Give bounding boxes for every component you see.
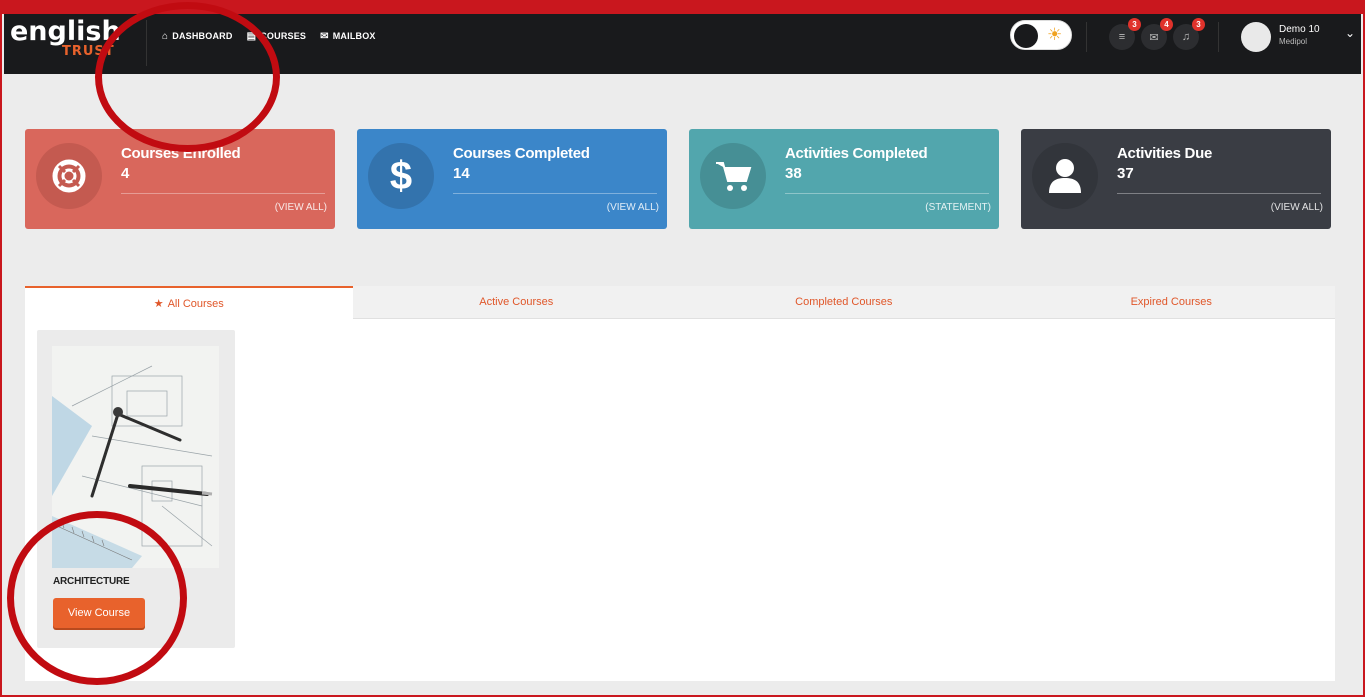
nav-dashboard[interactable]: ⌂ DASHBOARD [162, 31, 233, 42]
card-count: 14 [453, 165, 470, 182]
card-divider [785, 193, 989, 194]
course-tabs: ★ All Courses Active Courses Completed C… [25, 286, 1335, 319]
card-count: 4 [121, 165, 130, 182]
card-divider [1117, 193, 1321, 194]
envelope-icon: ✉ [1149, 31, 1159, 44]
tasks-button[interactable]: ≡ 3 [1109, 18, 1141, 50]
card-link[interactable]: (VIEW ALL) [1271, 202, 1323, 213]
courses-panel: ★ All Courses Active Courses Completed C… [25, 286, 1335, 681]
card-courses-enrolled: Courses Enrolled 4 (VIEW ALL) [25, 129, 335, 229]
chevron-down-icon[interactable]: ⌄ [1345, 26, 1355, 40]
card-activities-completed: Activities Completed 38 (STATEMENT) [689, 129, 999, 229]
nav-dashboard-label: DASHBOARD [172, 31, 233, 41]
brand-logo[interactable]: english TRUST [10, 16, 146, 68]
dollar-icon: $ [368, 143, 434, 209]
view-course-button[interactable]: View Course [53, 598, 145, 628]
user-org: Medipol [1279, 37, 1308, 46]
theme-toggle[interactable]: ☀ [1010, 20, 1072, 50]
bell-icon: ♫ [1181, 31, 1191, 43]
course-thumbnail[interactable] [52, 346, 219, 568]
home-icon: ⌂ [162, 30, 169, 42]
card-title: Activities Completed [785, 145, 928, 162]
header-divider [1086, 22, 1087, 52]
card-divider [121, 193, 325, 194]
nav-courses-label: COURSES [260, 31, 307, 41]
card-activities-due: Activities Due 37 (VIEW ALL) [1021, 129, 1331, 229]
tab-label: All Courses [167, 297, 224, 310]
tab-active-courses[interactable]: Active Courses [352, 286, 680, 319]
nav-mailbox[interactable]: ✉ MAILBOX [320, 31, 376, 42]
card-link[interactable]: (VIEW ALL) [607, 202, 659, 213]
star-icon: ★ [153, 298, 164, 310]
cart-icon [700, 143, 766, 209]
lifebuoy-icon [36, 143, 102, 209]
messages-button[interactable]: ✉ 4 [1141, 18, 1173, 50]
toggle-knob [1014, 24, 1038, 48]
tab-expired-courses[interactable]: Expired Courses [1007, 286, 1335, 319]
tab-label: Expired Courses [1130, 296, 1212, 308]
tab-all-courses[interactable]: ★ All Courses [25, 286, 353, 319]
card-title: Courses Completed [453, 145, 590, 162]
user-icon [1032, 143, 1098, 209]
card-courses-completed: $ Courses Completed 14 (VIEW ALL) [357, 129, 667, 229]
nav-mailbox-label: MAILBOX [332, 31, 376, 41]
top-navbar: english TRUST ⌂ DASHBOARD ▤ COURSES ✉ MA… [4, 14, 1361, 74]
course-name: ARCHITECTURE [53, 576, 130, 587]
card-link[interactable]: (STATEMENT) [925, 202, 991, 213]
list-icon: ≡ [1118, 31, 1126, 43]
brand-sub: TRUST [62, 44, 115, 59]
tab-completed-courses[interactable]: Completed Courses [680, 286, 1008, 319]
nav-courses[interactable]: ▤ COURSES [247, 31, 307, 42]
brand-word: english [10, 16, 121, 47]
card-count: 37 [1117, 165, 1134, 182]
card-title: Activities Due [1117, 145, 1212, 162]
sun-icon: ☀ [1047, 25, 1063, 44]
mail-icon: ✉ [320, 30, 329, 42]
card-count: 38 [785, 165, 802, 182]
course-card: ARCHITECTURE View Course [37, 330, 235, 648]
notifications-button[interactable]: ♫ 3 [1173, 18, 1205, 50]
tab-label: Active Courses [479, 296, 554, 308]
tasks-badge: 3 [1128, 18, 1141, 31]
logo-divider [146, 20, 147, 66]
header-divider [1218, 22, 1219, 52]
card-title: Courses Enrolled [121, 145, 241, 162]
tab-label: Completed Courses [795, 296, 893, 308]
user-name[interactable]: Demo 10 [1279, 24, 1320, 35]
card-divider [453, 193, 657, 194]
main-nav: ⌂ DASHBOARD ▤ COURSES ✉ MAILBOX [162, 14, 376, 58]
avatar[interactable] [1241, 22, 1271, 52]
messages-badge: 4 [1160, 18, 1173, 31]
courses-icon: ▤ [246, 30, 257, 42]
notifications-badge: 3 [1192, 18, 1205, 31]
card-link[interactable]: (VIEW ALL) [275, 202, 327, 213]
